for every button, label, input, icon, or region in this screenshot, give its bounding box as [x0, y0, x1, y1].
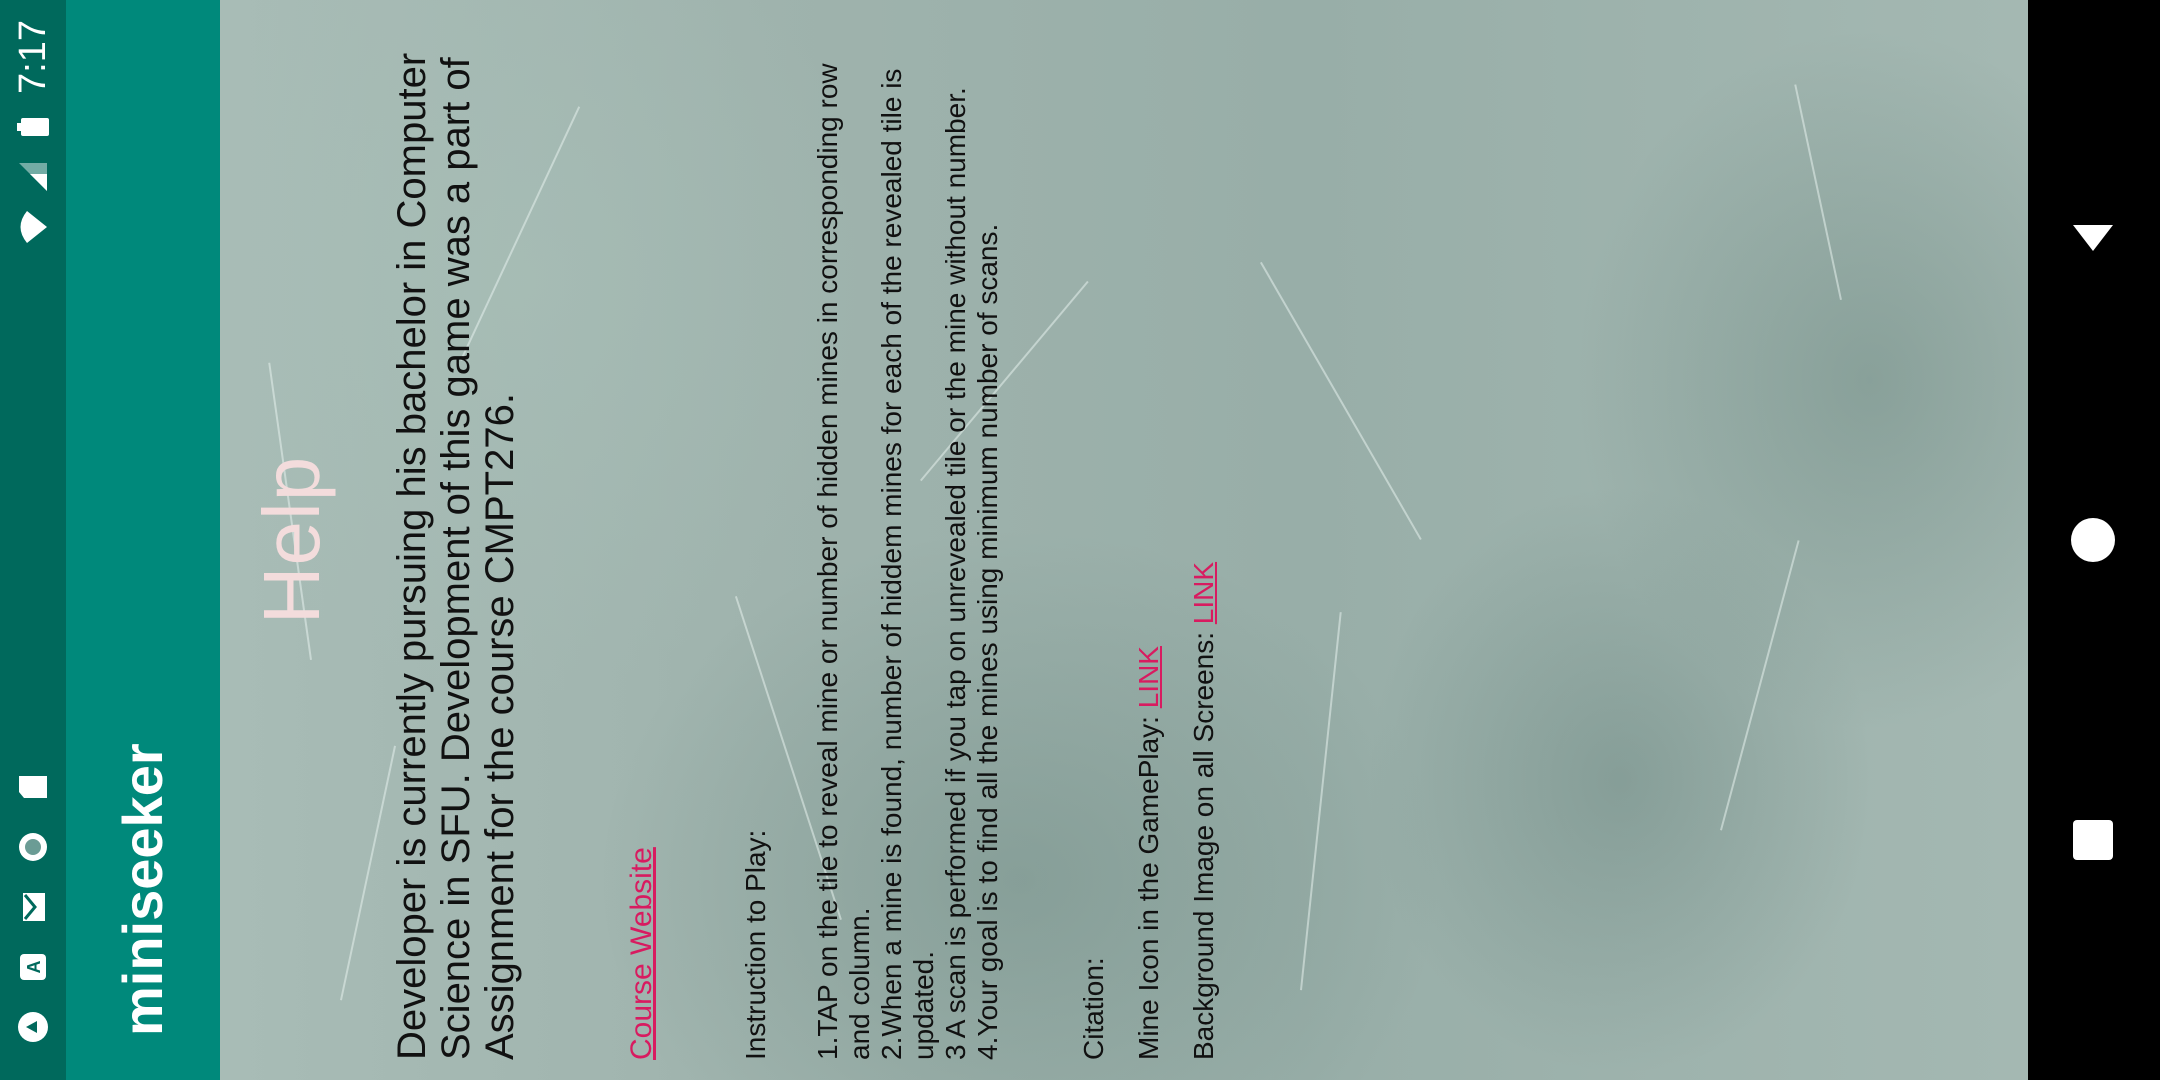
instructions-heading: Instruction to Play:	[740, 829, 771, 1060]
app-bar: miniseeker	[66, 0, 220, 1080]
app-title: miniseeker	[111, 743, 174, 1036]
clock: 7:17	[11, 20, 54, 94]
help-title: Help	[247, 455, 336, 625]
developer-description: Developer is currently pursuing his bach…	[390, 52, 522, 1060]
back-button[interactable]	[2068, 212, 2118, 262]
gmail-notification-icon	[16, 890, 50, 924]
instruction-item: 4.Your goal is to find all the mines usi…	[972, 223, 1003, 1060]
course-website-link[interactable]: Course Website	[625, 10, 659, 1060]
svg-text:A: A	[24, 961, 44, 974]
citation-mine-icon: Mine Icon in the GamePlay: LINK	[1133, 10, 1165, 1060]
notification-icons: A	[10, 770, 56, 1044]
instruction-item: 2.When a mine is found, number of hiddem…	[876, 68, 939, 1060]
home-button[interactable]	[2068, 515, 2118, 565]
citation-label: Mine Icon in the GamePlay:	[1133, 708, 1164, 1060]
warning-notification-icon	[16, 1010, 50, 1044]
help-content[interactable]: Help Developer is currently pursuing his…	[220, 0, 2028, 1080]
wifi-icon	[16, 210, 50, 244]
circle-notification-icon	[16, 830, 50, 864]
instruction-item: 3 A scan is performed if you tap on unre…	[940, 87, 971, 1060]
app-store-notification-icon: A	[16, 950, 50, 984]
sd-card-notification-icon	[16, 770, 50, 804]
screen: A 7:17 miniseeker Help Developer is curr…	[0, 0, 2160, 1080]
background-image-link[interactable]: LINK	[1188, 562, 1219, 624]
navigation-bar	[2028, 0, 2160, 1080]
cellular-signal-icon	[16, 160, 50, 194]
recents-button[interactable]	[2068, 815, 2118, 865]
home-icon	[2071, 518, 2115, 562]
instruction-item: 1.TAP on the tile to reveal mine or numb…	[812, 63, 875, 1060]
system-status: 7:17	[10, 20, 56, 244]
citation-heading: Citation:	[1078, 957, 1109, 1060]
status-bar: A 7:17	[0, 0, 66, 1080]
recents-icon	[2073, 820, 2113, 860]
back-icon	[2073, 225, 2113, 251]
citation-label: Background Image on all Screens:	[1188, 624, 1219, 1060]
instructions-list: 1.TAP on the tile to reveal mine or numb…	[812, 10, 1004, 1060]
battery-icon	[16, 110, 50, 144]
citation-background-image: Background Image on all Screens: LINK	[1188, 10, 1220, 1060]
mine-icon-link[interactable]: LINK	[1133, 646, 1164, 708]
